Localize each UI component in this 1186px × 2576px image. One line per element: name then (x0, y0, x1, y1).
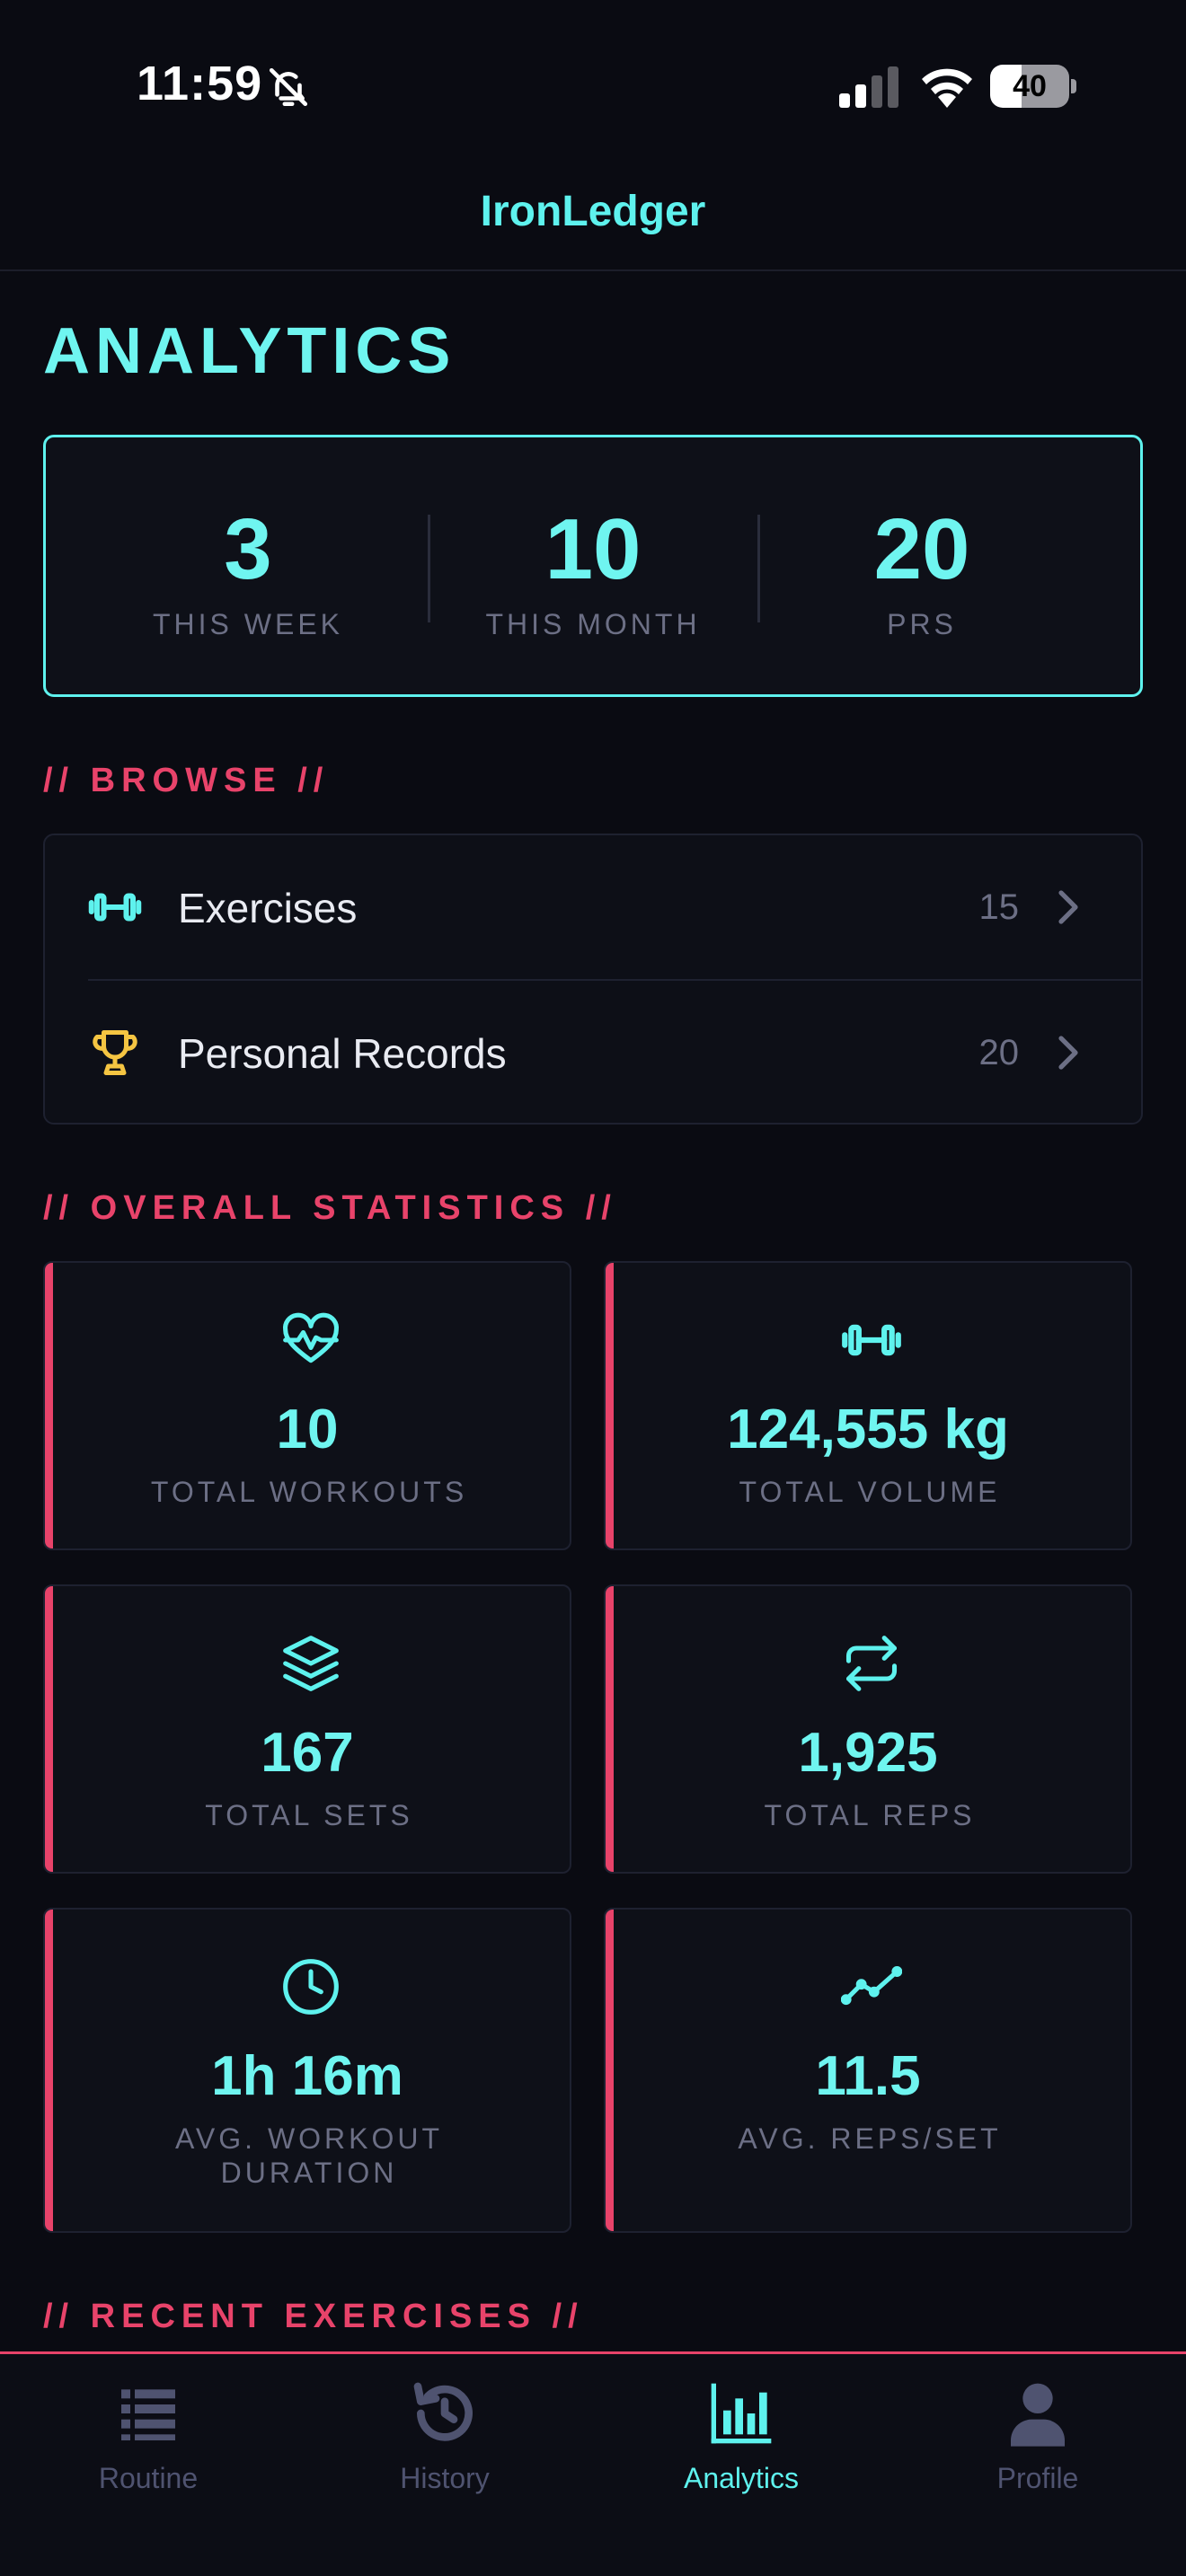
stat-card-avg-reps-per-set: 11.5 AVG. REPS/SET (604, 1908, 1132, 2233)
clock-icon (283, 1959, 339, 2015)
bar-chart-icon (711, 2383, 772, 2444)
stat-card-total-sets: 167 TOTAL SETS (43, 1584, 571, 1874)
stat-label: TOTAL SETS (205, 1799, 413, 1831)
stat-card-avg-workout-duration: 1h 16m AVG. WORKOUT DURATION (43, 1908, 571, 2233)
stat-card-total-workouts: 10 TOTAL WORKOUTS (43, 1261, 571, 1550)
cellular-signal-icon (839, 66, 898, 108)
bell-off-icon (269, 67, 308, 107)
browse-item-label: Personal Records (178, 1030, 507, 1077)
trophy-icon (93, 1030, 137, 1075)
stat-value: 1,925 (798, 1722, 938, 1784)
tab-label: History (400, 2462, 490, 2494)
tab-analytics[interactable]: Analytics (593, 2378, 890, 2503)
stat-label: TOTAL WORKOUTS (150, 1476, 468, 1508)
stat-label: TOTAL VOLUME (739, 1476, 1001, 1508)
dumbbell-icon (88, 893, 142, 922)
stat-label: AVG. WORKOUT DURATION (174, 2122, 444, 2189)
bottom-tab-bar: Routine History Analytics Profile (0, 2351, 1186, 2576)
tab-profile[interactable]: Profile (890, 2378, 1186, 2503)
stat-value: 1h 16m (211, 2045, 403, 2107)
section-title-recent-exercises: // RECENT EXERCISES // (43, 2298, 584, 2335)
browse-item-count: 15 (978, 887, 1020, 927)
stat-card-total-volume: 124,555 kg TOTAL VOLUME (604, 1261, 1132, 1550)
dumbbell-icon (842, 1324, 901, 1356)
summary-value: 3 (224, 501, 272, 597)
battery-indicator: 40 (990, 65, 1076, 108)
chevron-right-icon (1058, 890, 1078, 924)
app-title: IronLedger (480, 188, 706, 235)
status-time: 11:59 (137, 57, 263, 110)
summary-label: THIS MONTH (485, 608, 701, 640)
browse-item-personal-records[interactable]: Personal Records 20 (45, 981, 1141, 1125)
summary-prs: 20 PRS (757, 437, 1086, 694)
browse-item-exercises[interactable]: Exercises 15 (45, 835, 1141, 979)
battery-percentage: 40 (1013, 69, 1047, 103)
person-icon (1011, 2383, 1065, 2447)
tab-label: Routine (98, 2462, 199, 2494)
summary-value: 20 (873, 501, 970, 597)
stat-label: AVG. REPS/SET (738, 2122, 1002, 2155)
summary-label: PRS (887, 608, 957, 640)
stat-value: 10 (276, 1398, 339, 1460)
section-title-overall-statistics: // OVERALL STATISTICS // (43, 1189, 617, 1227)
chevron-right-icon (1058, 1036, 1078, 1070)
heart-pulse-icon (282, 1312, 340, 1363)
trend-line-icon (841, 1966, 902, 2006)
stat-value: 124,555 kg (727, 1398, 1009, 1460)
stat-label: TOTAL REPS (764, 1799, 976, 1831)
summary-this-week: 3 THIS WEEK (84, 437, 412, 694)
history-icon (413, 2382, 473, 2441)
summary-label: THIS WEEK (152, 608, 343, 640)
status-bar: 11:59 40 (0, 0, 1186, 162)
browse-item-count: 20 (978, 1033, 1020, 1072)
page-title: ANALYTICS (43, 315, 456, 387)
tab-label: Profile (996, 2462, 1079, 2494)
app-header: IronLedger (0, 162, 1186, 271)
layers-icon (283, 1636, 339, 1691)
browse-item-label: Exercises (178, 885, 358, 931)
tab-history[interactable]: History (296, 2378, 593, 2503)
wifi-icon (922, 68, 972, 108)
stat-value: 167 (261, 1722, 354, 1784)
summary-card: 3 THIS WEEK 10 THIS MONTH 20 PRS (43, 435, 1143, 697)
tab-label: Analytics (683, 2462, 800, 2494)
stat-card-total-reps: 1,925 TOTAL REPS (604, 1584, 1132, 1874)
summary-this-month: 10 THIS MONTH (429, 437, 757, 694)
list-icon (121, 2389, 175, 2440)
stat-value: 11.5 (815, 2045, 921, 2107)
repeat-icon (845, 1636, 898, 1691)
section-title-browse: // BROWSE // (43, 762, 330, 799)
summary-value: 10 (544, 501, 642, 597)
tab-routine[interactable]: Routine (0, 2378, 296, 2503)
analytics-screen: 11:59 40 IronLedger ANALYTICS 3 THIS WEE… (0, 0, 1186, 2576)
browse-list: Exercises 15 Personal Records 20 (43, 834, 1143, 1125)
